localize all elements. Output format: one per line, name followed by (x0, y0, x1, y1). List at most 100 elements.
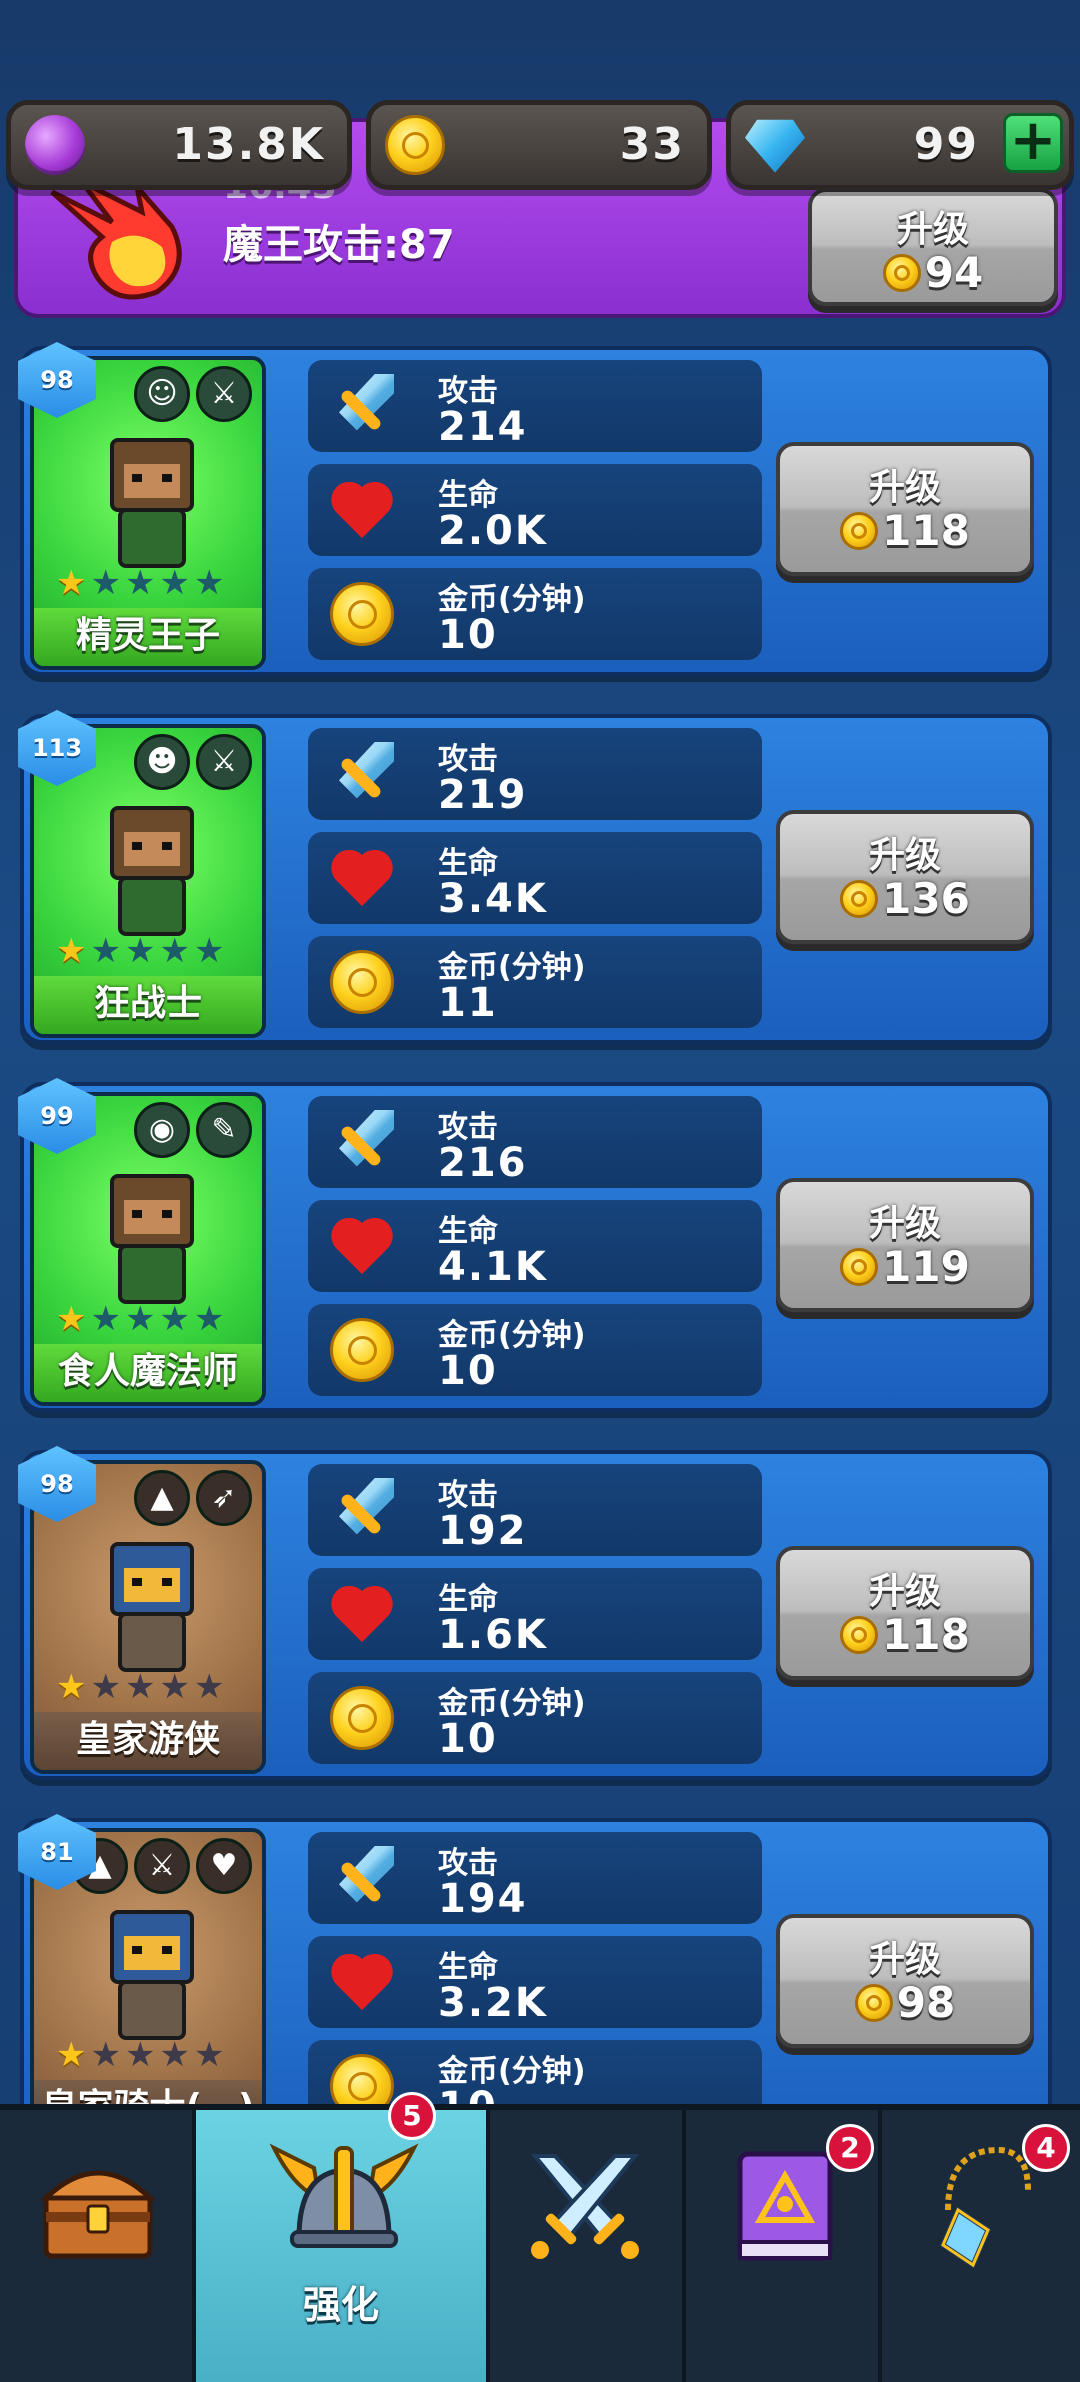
hero-upgrade-button[interactable]: 升级 98 (776, 1914, 1034, 2048)
star-icon: ★ (193, 2035, 225, 2075)
star-icon: ★ (193, 563, 225, 603)
add-gems-button[interactable]: + (1003, 113, 1063, 173)
orb-currency[interactable]: 13.8K (6, 100, 352, 190)
gem-currency[interactable]: 99 + (726, 100, 1074, 190)
crossed-swords-icon (530, 2154, 640, 2259)
currency-bar: 13.8K 33 99 + (0, 100, 1080, 196)
hero-sprite (110, 806, 194, 936)
hero-upgrade-button[interactable]: 升级 118 (776, 1546, 1034, 1680)
hero-card[interactable]: 113 ☻ ⚔ ★ ★ ★ ★ ★ 狂战士 攻击 219 生命 3.4K 金币(分钟) 1 (18, 710, 1052, 1044)
upgrade-cost-value: 136 (882, 874, 970, 923)
tab-chest[interactable] (0, 2110, 196, 2382)
hp-stat: 生命 4.1K (308, 1200, 762, 1292)
star-icon: ★ (159, 931, 190, 971)
attack-stat: 攻击 216 (308, 1096, 762, 1188)
upgrade-cost: 94 (812, 248, 1054, 297)
heart-icon (330, 1214, 394, 1278)
gold-rate-value: 10 (438, 1348, 498, 1394)
gold-rate-value: 10 (438, 1716, 498, 1762)
tab-spellbook[interactable]: 2 (686, 2110, 882, 2382)
boss-upgrade-button[interactable]: 升级 94 (808, 188, 1058, 306)
upgrade-cost-value: 98 (896, 1978, 956, 2027)
cyclops-class-icon: ◉ (134, 1102, 190, 1158)
star-icon: ★ (124, 563, 156, 603)
upgrade-cost-value: 118 (882, 506, 970, 555)
tab-battle[interactable] (490, 2110, 686, 2382)
winged-helmet-icon (269, 2143, 419, 2248)
attack-value: 216 (438, 1140, 528, 1186)
diamond-icon (745, 119, 805, 173)
tab-enhance-badge: 5 (388, 2092, 436, 2140)
gold-amount: 33 (619, 119, 685, 170)
orb-amount: 13.8K (172, 119, 325, 170)
hero-sprite (110, 1910, 194, 2040)
attack-stat: 攻击 219 (308, 728, 762, 820)
hp-value: 4.1K (438, 1244, 548, 1290)
hero-stars: ★ ★ ★ ★ ★ (56, 2038, 224, 2072)
treasure-chest-icon (39, 2170, 157, 2259)
hero-upgrade-button[interactable]: 升级 119 (776, 1178, 1034, 1312)
star-icon: ★ (124, 2035, 156, 2075)
gold-rate-value: 11 (438, 980, 498, 1026)
gold-coin-icon (385, 115, 445, 175)
gold-coin-icon (330, 1686, 394, 1750)
tab-amulet[interactable]: 4 (882, 2110, 1080, 2382)
hero-name: 食人魔法师 (34, 1344, 262, 1402)
hero-card[interactable]: 98 ▲ ➶ ★ ★ ★ ★ ★ 皇家游侠 攻击 192 生命 1.6K 金币(分钟) 1 (18, 1446, 1052, 1780)
upgrade-cost-value: 94 (924, 248, 984, 297)
elf-class-icon: ☺ (134, 366, 190, 422)
hero-upgrade-button[interactable]: 升级 118 (776, 442, 1034, 576)
hp-stat: 生命 2.0K (308, 464, 762, 556)
hero-name: 皇家游侠 (34, 1712, 262, 1770)
wand-class-icon: ✎ (196, 1102, 252, 1158)
hero-stars: ★ ★ ★ ★ ★ (56, 1302, 224, 1336)
gold-currency[interactable]: 33 (366, 100, 712, 190)
upgrade-cost: 136 (780, 874, 1030, 923)
heart-icon (330, 1950, 394, 2014)
star-icon: ★ (56, 1299, 87, 1339)
hero-upgrade-button[interactable]: 升级 136 (776, 810, 1034, 944)
tab-enhance-label: 强化 (302, 2283, 379, 2327)
star-icon: ★ (56, 2035, 87, 2075)
upgrade-cost: 118 (780, 1610, 1030, 1659)
star-icon: ★ (159, 1299, 190, 1339)
upgrade-cost-value: 119 (882, 1242, 970, 1291)
star-icon: ★ (124, 1667, 156, 1707)
star-icon: ★ (90, 2035, 121, 2075)
sword-class-icon: ⚔ (196, 734, 252, 790)
helmet-class-icon: ▲ (134, 1470, 190, 1526)
upgrade-cost: 98 (780, 1978, 1030, 2027)
upgrade-label: 升级 (868, 467, 941, 508)
hero-card[interactable]: 98 ☺ ⚔ ★ ★ ★ ★ ★ 精灵王子 攻击 214 生命 2.0K 金币(分钟) 1 (18, 342, 1052, 676)
amulet-icon (939, 2146, 1031, 2269)
upgrade-label: 升级 (868, 1571, 941, 1612)
upgrade-label: 升级 (896, 209, 969, 250)
hp-stat: 生命 3.4K (308, 832, 762, 924)
attack-value: 192 (438, 1508, 528, 1554)
attack-value: 214 (438, 404, 528, 450)
upgrade-label: 升级 (868, 1203, 941, 1244)
attack-stat: 攻击 194 (308, 1832, 762, 1924)
gold-coin-icon (882, 253, 921, 292)
sword-icon (330, 1478, 394, 1542)
hero-stars: ★ ★ ★ ★ ★ (56, 1670, 224, 1704)
hero-sprite (110, 438, 194, 568)
star-icon: ★ (90, 1299, 121, 1339)
hero-name: 狂战士 (34, 976, 262, 1034)
sword-class-icon: ⚔ (134, 1838, 190, 1894)
hp-value: 3.4K (438, 876, 548, 922)
star-icon: ★ (159, 2035, 190, 2075)
tab-enhance[interactable]: 强化 5 (196, 2092, 490, 2382)
gold-coin-icon (840, 879, 879, 918)
sword-icon (330, 1110, 394, 1174)
hero-card[interactable]: 99 ◉ ✎ ★ ★ ★ ★ ★ 食人魔法师 攻击 216 生命 4.1K 金币(分钟) (18, 1078, 1052, 1412)
star-icon: ★ (159, 1667, 190, 1707)
upgrade-label: 升级 (868, 1939, 941, 1980)
star-icon: ★ (193, 1299, 225, 1339)
star-icon: ★ (56, 931, 87, 971)
heart-icon (330, 1582, 394, 1646)
hero-card[interactable]: 81 ▲⚔♥ ★★★★★ 皇家骑士(…) 攻击 194 生命 3.2K 金币(分… (18, 1814, 1052, 2148)
hero-sprite (110, 1542, 194, 1672)
bow-class-icon: ➶ (196, 1470, 252, 1526)
heart-icon (330, 478, 394, 542)
